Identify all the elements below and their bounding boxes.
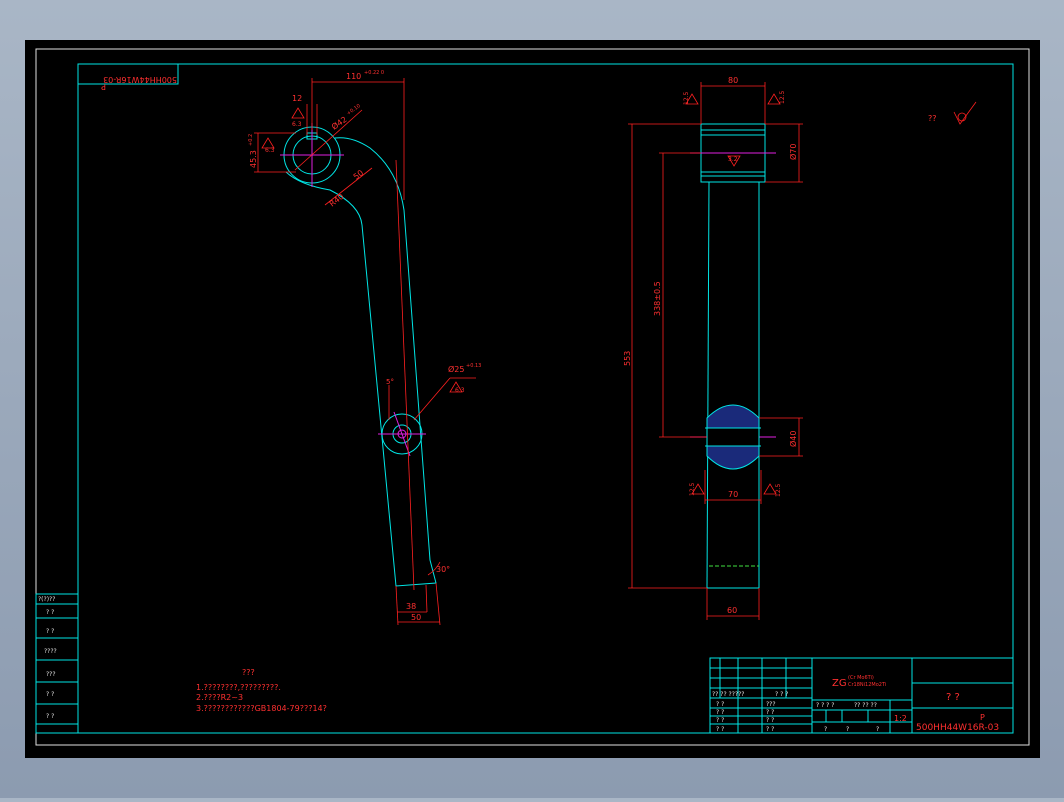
roughness-d-label: 12.5 — [689, 482, 696, 496]
tb-scale: 1:2 — [894, 714, 907, 723]
tb-material-sub-2: Cr18Ni12Mo2Ti — [848, 682, 886, 688]
dim-key-width: 12 — [292, 94, 302, 103]
roughness-c-label: 3.2 — [728, 156, 738, 163]
tb-right-cell-0: ? ? ? ? — [816, 702, 834, 709]
tb-sheet-mark: P — [980, 713, 985, 722]
dim-length-553: 553 — [623, 351, 632, 366]
side-table-cell-4: ??? — [46, 671, 56, 678]
cad-viewport: 500HH44W16R-03 P 110 +0.22 0 12 6.3 45.3… — [0, 0, 1064, 798]
tb-left-cell-2: ? ? — [716, 709, 724, 716]
mirrored-drawing-number: 500HH44W16R-03 — [103, 75, 177, 84]
tb-mid-cell-2: ? ? — [766, 709, 774, 716]
tb-right-cell-4: ? — [876, 726, 879, 733]
dim-top-80: 80 — [728, 76, 738, 85]
side-table-cell-2: ? ? — [46, 628, 54, 635]
surface-note-text: ?? — [928, 114, 937, 123]
dim-dia-40: Ø40 — [788, 431, 798, 447]
dim-width-70: 70 — [728, 490, 738, 499]
side-table-cell-6: ? ? — [46, 713, 54, 720]
tb-mid-cell-1: ??? — [766, 701, 776, 708]
roughness-b-label: 12.5 — [779, 90, 786, 104]
side-table-cell-1: ? ? — [46, 609, 54, 616]
notes-item-1: 1.????????,?????????. — [196, 683, 281, 692]
roughness-3-label: 6.3 — [455, 387, 465, 394]
mirrored-sheet-mark: P — [101, 82, 106, 91]
dim-pin-tol: +0.13 — [466, 363, 481, 369]
roughness-a-label: 12.5 — [683, 91, 690, 105]
side-table-cell-3: ???? — [44, 648, 57, 655]
dim-angle-30: 30° — [436, 565, 450, 574]
side-table-cell-0: ?(?)?? — [38, 596, 55, 603]
dim-110-label: 110 — [346, 72, 361, 81]
pin-bore-section — [706, 427, 760, 447]
dim-bottom-50: 50 — [411, 613, 421, 622]
tb-right-cell-3: ? — [846, 726, 849, 733]
tb-drawing-number: 500HH44W16R-03 — [916, 723, 999, 733]
dim-length-338: 338±0.5 — [653, 281, 662, 316]
notes-item-2: 2.????R2~3 — [196, 693, 243, 702]
tb-material-sub-1: (Cr Mo6Ti) — [848, 675, 874, 681]
notes-heading: ??? — [242, 668, 255, 677]
notes-item-3: 3.????????????GB1804-79???14? — [196, 704, 327, 713]
tb-left-cell-0: ?? ?? ????? — [712, 691, 744, 698]
tb-left-cell-3: ? ? — [716, 717, 724, 724]
roughness-e-label: 12.5 — [775, 483, 782, 497]
dim-angle-5: 5° — [386, 378, 394, 386]
roughness-2-label: 6.3 — [265, 147, 275, 154]
tb-material: ZG — [832, 678, 847, 689]
tb-right-cell-1: ?? ?? ?? — [854, 702, 877, 709]
dim-key-depth-label: 45.3 — [249, 150, 258, 168]
dim-width-60: 60 — [727, 606, 737, 615]
tb-left-cell-1: ? ? — [716, 701, 724, 708]
dim-key-depth-tol: +0.2 — [248, 134, 254, 146]
dim-bottom-38: 38 — [406, 602, 416, 611]
tb-left-cell-4: ? ? — [716, 726, 724, 733]
drawing-canvas: 500HH44W16R-03 P 110 +0.22 0 12 6.3 45.3… — [25, 40, 1040, 758]
tb-part-name: ? ? — [946, 692, 960, 703]
dim-dia-70: Ø70 — [788, 144, 798, 160]
tb-right-cell-2: ? — [824, 726, 827, 733]
drawing-sheet — [25, 40, 1040, 758]
dim-110-tol: +0.22 0 — [364, 70, 384, 76]
dim-pin-label: Ø25 — [448, 364, 464, 374]
tb-mid-cell-4: ? ? — [766, 726, 774, 733]
tb-mid-cell-3: ? ? — [766, 717, 774, 724]
tb-mid-cell-0: ? ? ? — [775, 691, 788, 698]
roughness-1-label: 6.3 — [292, 121, 302, 128]
side-table-cell-5: ? ? — [46, 691, 54, 698]
